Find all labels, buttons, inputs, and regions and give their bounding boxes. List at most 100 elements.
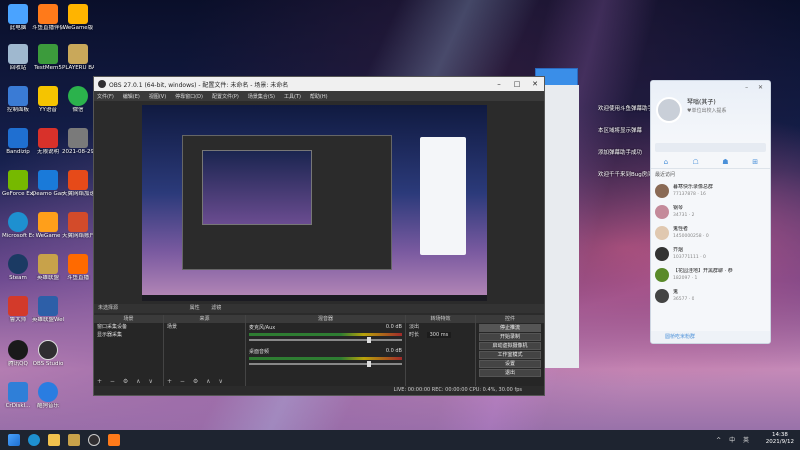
desktop-icon[interactable]: 无限说明 — [32, 128, 64, 156]
contact-tab-icon[interactable]: ☖ — [681, 155, 711, 168]
obs-icon[interactable] — [88, 434, 100, 446]
lol-icon[interactable] — [68, 434, 80, 446]
properties-button[interactable]: 属性 — [190, 305, 200, 311]
maximize-icon[interactable]: □ — [508, 80, 526, 88]
desktop-icon[interactable]: 2021-08-29 21-17-59_... — [62, 128, 94, 156]
desktop-icon[interactable]: 此电脑 — [2, 4, 34, 32]
desktop-icon[interactable]: Bandizip — [2, 128, 34, 156]
desktop-icon[interactable]: 微信 — [62, 86, 94, 114]
qq-nickname: 琴嗡(其子) — [687, 99, 716, 106]
desktop-icon[interactable]: Deamo Gamin... — [32, 170, 64, 198]
transitions-dock: 转场特效 淡出 时长 300 ms — [406, 315, 476, 387]
studio-mode-button[interactable]: 工作室模式 — [479, 351, 541, 359]
menu-view[interactable]: 视图(V) — [149, 93, 166, 100]
clock[interactable]: 14:38 2021/9/12 — [766, 432, 794, 446]
qq-header: – ✕ 琴嗡(其子) ♥单位出校入提系 — [651, 81, 770, 143]
virtual-camera-button[interactable]: 启动虚拟摄像机 — [479, 342, 541, 350]
slider-handle[interactable] — [367, 337, 372, 343]
start-recording-button[interactable]: 开始录制 — [479, 333, 541, 341]
minimize-icon[interactable]: – — [490, 80, 508, 88]
edge-icon[interactable] — [28, 434, 40, 446]
source-item[interactable]: 场景 — [164, 323, 245, 331]
list-item[interactable]: 【花园洼地】开黑群聊 · 恭 182097 · 1 — [651, 264, 770, 285]
desktop-icon[interactable]: GeForce Experience — [2, 170, 34, 198]
list-item[interactable]: 鬼 36577 · 0 — [651, 285, 770, 306]
scene-item[interactable]: 窗口采集设备 — [94, 323, 163, 331]
contact-name: 暮寒快乐录像总群 — [673, 183, 714, 190]
desktop-icon[interactable]: 英雄联盟 — [32, 254, 64, 282]
list-item[interactable]: 芥烟 103771111 · 0 — [651, 243, 770, 264]
desktop-icon[interactable]: 斗鱼直播 — [62, 254, 94, 282]
group-tab-icon[interactable]: ☗ — [711, 155, 741, 168]
menu-help[interactable]: 帮助(H) — [310, 93, 328, 100]
volume-slider[interactable] — [249, 361, 402, 367]
recent-section-title: 最近访问 — [655, 172, 676, 178]
chat-tab-icon[interactable]: ⌂ — [651, 155, 681, 168]
desktop-icon[interactable]: TestMem5 — [32, 44, 64, 72]
menu-edit[interactable]: 编辑(E) — [123, 93, 140, 100]
desktop-icon[interactable]: Steam — [2, 254, 34, 282]
volume-slider[interactable] — [249, 337, 402, 343]
desktop-icon[interactable]: 酷狗音乐 — [32, 382, 64, 410]
system-tray[interactable]: ^ 中 英 — [716, 435, 752, 444]
list-item[interactable]: 暮寒快乐录像总群 77137878 · 16 — [651, 180, 770, 201]
obs-menu-bar: 文件(F) 编辑(E) 视图(V) 停靠窗口(D) 配置文件(P) 场景集合(S… — [94, 91, 544, 101]
filters-button[interactable]: 滤镜 — [211, 305, 221, 311]
desktop-icon[interactable]: YY语音 — [32, 86, 64, 114]
menu-tools[interactable]: 工具(T) — [284, 93, 301, 100]
edge-icon — [8, 212, 28, 232]
menu-scene-collection[interactable]: 场景集合(S) — [248, 93, 275, 100]
close-icon[interactable]: ✕ — [526, 80, 544, 88]
obs-preview[interactable] — [142, 105, 487, 301]
avatar — [655, 267, 669, 282]
danmaku-message: 本区域将显示弹幕 — [598, 128, 643, 134]
qq-panel[interactable]: – ✕ 琴嗡(其子) ♥单位出校入提系 ⌂ ☖ ☗ ⊞ 最近访问 暮寒快乐录像总… — [650, 80, 771, 344]
desktop-icon[interactable]: WeGame — [32, 212, 64, 240]
windows-start-icon[interactable] — [8, 434, 20, 446]
apps-tab-icon[interactable]: ⊞ — [740, 155, 770, 168]
desktop-icon[interactable]: 斗鱼直播伴侣 — [32, 4, 64, 32]
scene-item[interactable]: 显示器采集 — [94, 331, 163, 339]
settings-button[interactable]: 设置 — [479, 360, 541, 368]
transitions-dock-title: 转场特效 — [406, 315, 475, 323]
desktop-icon[interactable]: 天翼网络账户 — [62, 212, 94, 240]
transition-type-select[interactable]: 淡出 — [406, 323, 475, 331]
menu-file[interactable]: 文件(F) — [97, 93, 114, 100]
exit-button[interactable]: 退出 — [479, 369, 541, 377]
douyu-icon[interactable] — [108, 434, 120, 446]
desktop-icon[interactable]: WeGame版 — [62, 4, 94, 32]
search-input[interactable] — [655, 143, 766, 152]
scene-tools[interactable]: + − ⚙ ∧ ∨ — [97, 378, 156, 385]
source-tools[interactable]: + − ⚙ ∧ ∨ — [167, 378, 226, 385]
file-explorer-icon[interactable] — [48, 434, 60, 446]
desktop-icon[interactable]: Microsoft Edge — [2, 212, 34, 240]
qq-window-controls[interactable]: – ✕ — [745, 84, 767, 91]
avatar[interactable] — [656, 97, 682, 123]
kugou-icon — [38, 382, 58, 402]
obs-window[interactable]: OBS 27.0.1 (64-bit, windows) - 配置文件: 未命名… — [93, 76, 545, 396]
lol-icon — [68, 4, 88, 24]
obs-title-bar[interactable]: OBS 27.0.1 (64-bit, windows) - 配置文件: 未命名… — [94, 77, 544, 91]
list-item[interactable]: 鬼怪者 1450000258 · 0 — [651, 222, 770, 243]
desktop-icon[interactable]: 天翼网络加速工具 — [62, 170, 94, 198]
desktop-icon[interactable]: 英雄联盟WeGame版 — [32, 296, 64, 324]
desktop-icon[interactable]: PLAYERU BATTLEGR... — [62, 44, 94, 72]
desktop-icon[interactable]: OBS Studio — [32, 340, 64, 368]
menu-profile[interactable]: 配置文件(P) — [212, 93, 239, 100]
stop-streaming-button[interactable]: 停止推流 — [479, 324, 541, 332]
contact-meta: 36577 · 0 — [673, 296, 695, 302]
desktop-icon[interactable]: 回收站 — [2, 44, 34, 72]
list-item[interactable]: 钢琴 34731 · 2 — [651, 201, 770, 222]
desktop-icon[interactable]: CrDiskI... — [2, 382, 34, 410]
qq-signature[interactable]: ♥单位出校入提系 — [687, 107, 726, 114]
menu-docks[interactable]: 停靠窗口(D) — [175, 93, 203, 100]
network-icon — [68, 170, 88, 190]
taskbar: ^ 中 英 14:38 2021/9/12 — [0, 430, 800, 450]
desktop-icon[interactable]: 鲁大师 — [2, 296, 34, 324]
qq-bottom-bar[interactable]: 圆桥吃米粉群 — [651, 331, 770, 343]
desktop-icon[interactable]: 控制面板 — [2, 86, 34, 114]
mixer-channel: 桌面音频 0.0 dB — [246, 347, 405, 371]
slider-handle[interactable] — [367, 361, 372, 367]
desktop-icon[interactable]: 腾讯QQ — [2, 340, 34, 368]
duration-input[interactable]: 300 ms — [426, 332, 452, 338]
